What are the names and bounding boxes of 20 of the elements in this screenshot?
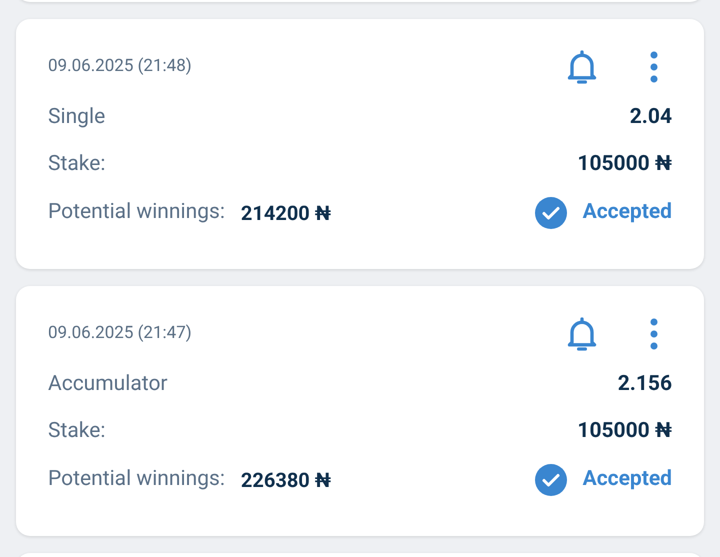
winnings-value: 214200 ₦ <box>240 200 331 227</box>
bet-date: 09.06.2025 (21:48) <box>48 55 192 78</box>
odds-value: 2.04 <box>630 104 672 132</box>
stake-value: 105000 ₦ <box>577 418 672 446</box>
bet-type: Accumulator <box>48 371 168 398</box>
more-options-icon[interactable] <box>650 318 658 350</box>
stake-label: Stake: <box>48 151 106 178</box>
odds-value: 2.156 <box>618 371 672 398</box>
check-circle-icon <box>534 464 567 496</box>
bet-date: 09.06.2025 (21:47) <box>48 322 192 346</box>
stake-value: 105000 ₦ <box>577 151 672 178</box>
bet-type: Single <box>48 104 106 132</box>
status-text: Accepted <box>582 199 672 226</box>
winnings-label: Potential winnings: <box>48 199 225 226</box>
more-options-icon[interactable] <box>650 51 658 83</box>
winnings-value: 226380 ₦ <box>240 467 331 494</box>
check-circle-icon <box>534 197 567 229</box>
winnings-label: Potential winnings: <box>48 466 225 494</box>
status-text: Accepted <box>582 466 672 494</box>
stake-label: Stake: <box>48 418 106 446</box>
